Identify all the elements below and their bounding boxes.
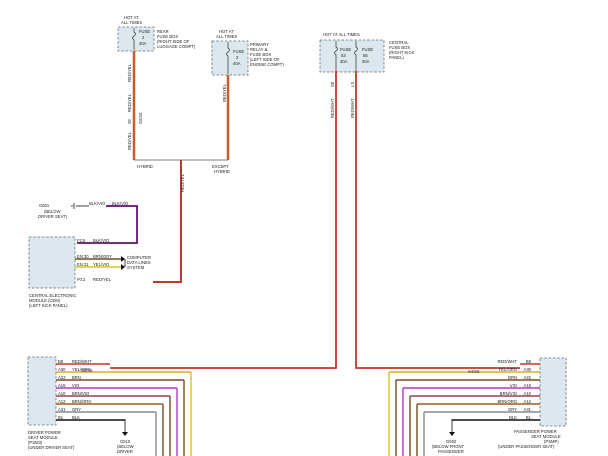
hybrid-label: HYBRID (137, 164, 153, 169)
pin-label: A22 (524, 375, 532, 380)
pin-label: A30 (524, 367, 532, 372)
wire-label: RED/YEL (180, 173, 185, 192)
wire-code: LS (350, 82, 355, 87)
wire-code: 28 (127, 119, 132, 124)
wire-label: RED/YEL (127, 63, 132, 82)
pin-label: F2:6 (77, 238, 86, 243)
fuse-rating: 40A (139, 41, 147, 46)
pin-label: B1 (526, 415, 532, 420)
pin-label: A10 (524, 391, 532, 396)
wire-label: BRN (72, 375, 81, 380)
pin-label: A15 (524, 383, 532, 388)
wire-label: BLK (72, 415, 80, 420)
ground-location: DRIVER (117, 449, 133, 454)
splice-label: S4/S5 (81, 368, 93, 373)
wire-label: YEL/ORG (498, 367, 517, 372)
wire-label: RED/YEL (127, 131, 132, 150)
fuse-location: LUGGAGE COMPT) (157, 44, 196, 49)
wire-label: BRN/ORG (72, 399, 92, 404)
pin-label: A12 (58, 399, 66, 404)
module-name: (UNDER DRIVER SEAT) (28, 445, 75, 450)
ground-location: PASSENGER (438, 449, 464, 454)
wire-code: S8 (330, 81, 335, 87)
fuse-location: PANEL) (389, 55, 404, 60)
wire-label: RED/YEL (127, 93, 132, 112)
wiring-diagram: HOT AT ALL TIMES FUSE 2 40A REAR FUSE BO… (27, 15, 567, 456)
ground-id: G601 (39, 203, 50, 208)
fuse-number: 55 (363, 53, 368, 58)
feed-labels: RED/YEL RED/YEL 28 S4/S5 RED/YEL RED/YEL… (127, 63, 355, 192)
splice-label: S4/S5 (468, 369, 480, 374)
wire-label: BRN (508, 375, 517, 380)
central-fuse-box: HOT AT ALL TIMES FUSE 53 30A FUSE 55 30A… (319, 32, 414, 73)
pin-label: B8 (58, 359, 64, 364)
pin-label: A22 (58, 375, 66, 380)
wire-label: GRY (508, 407, 517, 412)
fuse-label: FUSE (362, 47, 373, 52)
module-name: (UNDER PASSENGER SEAT) (498, 444, 555, 449)
wire-label: RED/WHT (330, 98, 335, 118)
wire-label: VIO (510, 383, 518, 388)
wire-label: BRN/VIO (72, 391, 90, 396)
wire-label: BRN/VIO (500, 391, 518, 396)
pin-label: A31 (524, 407, 532, 412)
pin-label: A30 (58, 367, 66, 372)
wire-label: BLK/VIO (89, 201, 106, 206)
passenger-seat-module: B8 RED/WHT A30 YEL/ORG A22 BRN A15 VIO A10 BRN/VI… (388, 357, 567, 456)
pin-label: A15 (58, 383, 66, 388)
splice-label: S4/S5 (138, 112, 143, 124)
wire-label: RED/YEL (222, 83, 227, 102)
pin-label: A12 (524, 399, 532, 404)
fuse-rating: 40A (233, 61, 241, 66)
fuse-rating: 30A (362, 59, 370, 64)
fuse-location: ENGINE COMPT) (250, 62, 284, 67)
fuse-label: FUSE (139, 29, 150, 34)
hot-label: ALL TIMES (121, 20, 142, 25)
fuse-label: FUSE (233, 49, 244, 54)
primary-fuse-box: HOT AT ALL TIMES FUSE 3 40A PRIMARY RELA… (211, 29, 284, 76)
wire-label: GRY (72, 407, 81, 412)
hot-label: ALL TIMES (216, 34, 237, 39)
wire-label: RED/WHT (350, 98, 355, 118)
rear-fuse-box: HOT AT ALL TIMES FUSE 2 40A REAR FUSE BO… (117, 15, 196, 52)
wire-label: RED/YEL (93, 277, 112, 282)
pin-label: B1 (58, 415, 64, 420)
cem-outline (28, 236, 76, 289)
network-label: SYSTEM (127, 265, 145, 270)
feed-wires (110, 51, 520, 369)
module-name: (LEFT KICK PANEL) (29, 303, 68, 308)
wire-label: RED/WHT (497, 359, 517, 364)
wire-label: BLK/VIO (93, 238, 110, 243)
except-hybrid-label: HYBRID (214, 169, 230, 174)
module-outline (27, 356, 57, 426)
fuse-number: 53 (341, 53, 346, 58)
pin-label: A31 (58, 407, 66, 412)
pin-label: A10 (58, 391, 66, 396)
fuse-rating: 30A (340, 59, 348, 64)
fuse-box-outline (319, 39, 385, 73)
pin-label: F0:2 (77, 277, 86, 282)
driver-seat-module: B8 RED/WHTA30 YEL/ORGA22 BRNA15 VIOA10 BRN/VI… (27, 356, 192, 456)
wire-label: RED/WHT (72, 359, 92, 364)
wire-label: BLK (509, 415, 517, 420)
module-outline (539, 357, 567, 427)
wire-label: BRN/ORG (497, 399, 517, 404)
pin-label: B8 (526, 359, 532, 364)
central-electronic-module: F2:6 BLK/VIO EN:30 BRN/GRY EN:31 YEL/VIO… (28, 236, 151, 308)
fuse-label: FUSE (340, 47, 351, 52)
fuse-box-outline (211, 40, 249, 76)
wire-label: VIO (72, 383, 80, 388)
ground-location: DRIVER SEAT) (38, 214, 68, 219)
hot-label: HOT AT ALL TIMES (323, 32, 360, 37)
